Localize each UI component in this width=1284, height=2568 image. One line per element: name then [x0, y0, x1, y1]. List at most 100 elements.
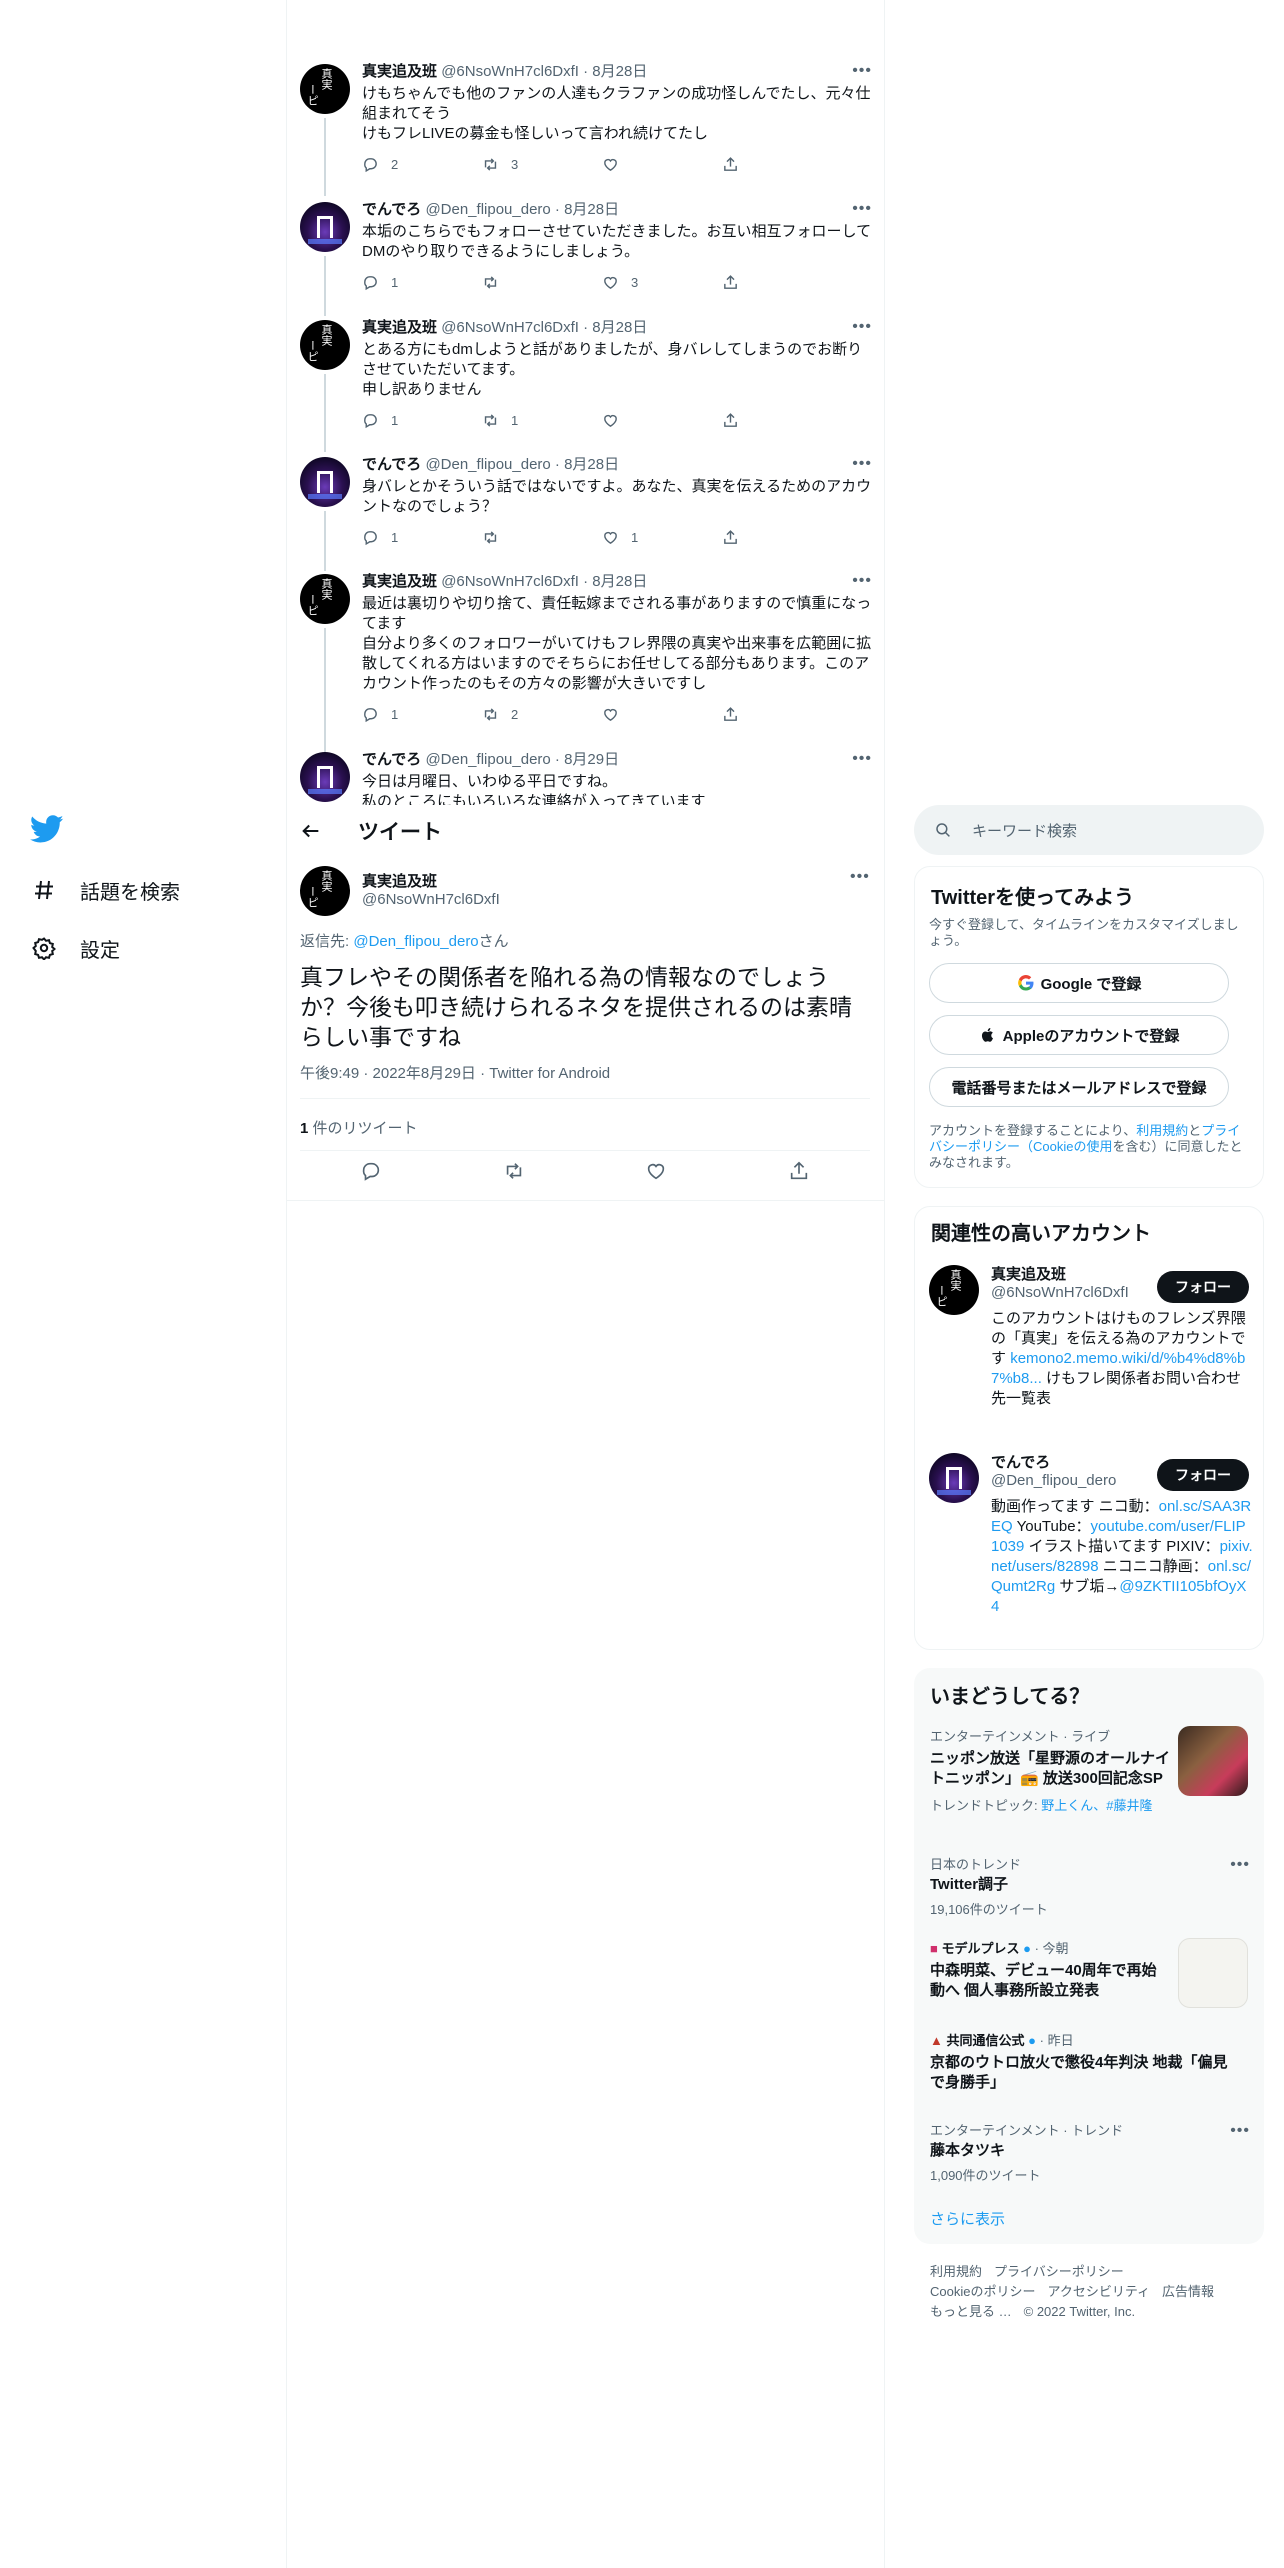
more-icon[interactable]: •••	[1230, 1856, 1250, 1874]
footer-link[interactable]: 利用規約	[930, 2264, 982, 2279]
retweet-count-link[interactable]: 1 件のリツイート	[300, 1117, 418, 1138]
more-icon[interactable]: •••	[1230, 2122, 1250, 2140]
tweet-date[interactable]: · 8月28日	[555, 456, 619, 473]
related-account[interactable]: でんでろ @Den_flipou_dero	[991, 1451, 1151, 1489]
terms-link[interactable]: 利用規約	[1136, 1123, 1188, 1138]
tweet-date[interactable]: · 8月29日	[555, 751, 619, 768]
phone-email-signup-button[interactable]: 電話番号またはメールアドレスで登録	[929, 1067, 1229, 1107]
follow-button[interactable]: フォロー	[1157, 1459, 1249, 1491]
avatar[interactable]: 真実 ーピ	[929, 1265, 979, 1315]
trend-topic-link[interactable]: 野上くん、#藤井隆	[1041, 1798, 1152, 1813]
tweet-date[interactable]: · 8月28日	[583, 319, 647, 336]
reply-button[interactable]: 1	[362, 412, 482, 429]
more-icon[interactable]: •••	[852, 750, 872, 768]
like-button[interactable]: 3	[602, 274, 722, 291]
google-signup-button[interactable]: Google で登録	[929, 963, 1229, 1003]
apple-signup-button[interactable]: Appleのアカウントで登録	[929, 1015, 1229, 1055]
like-button[interactable]	[602, 706, 722, 723]
thread-tweet[interactable]: 真実 ーピ 真実追及班 @6NsoWnH7cl6DxfI · 8月28日 ••• …	[300, 572, 872, 752]
footer-link[interactable]: Cookieのポリシー	[930, 2284, 1035, 2299]
more-icon[interactable]: •••	[852, 455, 872, 473]
footer-link[interactable]: アクセシビリティ	[1047, 2284, 1150, 2299]
more-icon[interactable]: •••	[852, 200, 872, 218]
retweet-button[interactable]: 1	[482, 412, 602, 429]
tweet-timestamp[interactable]: 午後9:49 · 2022年8月29日 · Twitter for Androi…	[300, 1062, 610, 1083]
more-icon[interactable]: •••	[852, 572, 872, 590]
related-account[interactable]: 真実追及班 @6NsoWnH7cl6DxfI	[991, 1263, 1151, 1301]
tweet-author-handle[interactable]: @Den_flipou_dero	[425, 751, 550, 768]
focal-author[interactable]: 真実追及班 @6NsoWnH7cl6DxfI	[362, 870, 500, 908]
more-icon[interactable]: •••	[850, 868, 870, 886]
trend-item[interactable]: エンターテインメント · ライブ ニッポン放送「星野源のオールナイトニッポン」📻…	[930, 1726, 1170, 1814]
like-button[interactable]	[602, 412, 722, 429]
account-handle[interactable]: @6NsoWnH7cl6DxfI	[991, 1284, 1151, 1301]
avatar[interactable]: 真実 ーピ	[300, 64, 350, 114]
avatar[interactable]: 真実 ーピ	[300, 320, 350, 370]
reply-button[interactable]: 2	[362, 156, 482, 173]
share-button[interactable]	[722, 156, 751, 173]
footer-link[interactable]: プライバシーポリシー	[994, 2264, 1124, 2279]
trend-thumbnail[interactable]	[1178, 1726, 1248, 1796]
thread-tweet[interactable]: でんでろ @Den_flipou_dero · 8月28日 ••• 身バレとかそ…	[300, 455, 872, 571]
tweet-date[interactable]: · 8月28日	[583, 63, 647, 80]
account-name[interactable]: でんでろ	[991, 1451, 1151, 1472]
share-button[interactable]	[722, 274, 751, 291]
tweet-author-name[interactable]: 真実追及班	[362, 319, 437, 336]
avatar[interactable]	[300, 752, 350, 802]
share-icon[interactable]	[788, 1160, 810, 1187]
avatar[interactable]: 真実 ーピ	[300, 866, 350, 916]
search-input[interactable]: キーワード検索	[914, 805, 1264, 855]
reply-button[interactable]: 1	[362, 274, 482, 291]
avatar[interactable]	[929, 1453, 979, 1503]
account-name[interactable]: 真実追及班	[991, 1263, 1151, 1284]
retweet-button[interactable]: 3	[482, 156, 602, 173]
reply-button[interactable]: 1	[362, 706, 482, 723]
avatar[interactable]	[300, 202, 350, 252]
tweet-author-name[interactable]: 真実追及班	[362, 573, 437, 590]
trend-item[interactable]: エンターテインメント · トレンド 藤本タツキ 1,090件のツイート	[930, 2120, 1230, 2184]
more-icon[interactable]: •••	[852, 62, 872, 80]
thread-tweet[interactable]: でんでろ @Den_flipou_dero · 8月28日 ••• 本垢のこちら…	[300, 200, 872, 316]
account-handle[interactable]: @Den_flipou_dero	[991, 1472, 1151, 1489]
nav-explore[interactable]: 話題を検索	[30, 870, 180, 910]
tweet-date[interactable]: · 8月28日	[555, 201, 619, 218]
tweet-author-name[interactable]: 真実追及班	[362, 870, 500, 891]
trend-thumbnail[interactable]	[1178, 1938, 1248, 2008]
tweet-author-name[interactable]: でんでろ	[362, 201, 421, 218]
share-button[interactable]	[722, 706, 751, 723]
like-button[interactable]: 1	[602, 529, 722, 546]
footer-link[interactable]: 広告情報	[1162, 2284, 1214, 2299]
tweet-date[interactable]: · 8月28日	[583, 573, 647, 590]
tweet-author-name[interactable]: 真実追及班	[362, 63, 437, 80]
avatar[interactable]: 真実 ーピ	[300, 574, 350, 624]
avatar[interactable]	[300, 457, 350, 507]
heart-icon[interactable]	[645, 1160, 667, 1187]
tweet-author-handle[interactable]: @6NsoWnH7cl6DxfI	[441, 573, 579, 590]
back-arrow-icon[interactable]	[300, 820, 322, 842]
reply-icon[interactable]	[360, 1160, 382, 1187]
tweet-author-handle[interactable]: @6NsoWnH7cl6DxfI	[441, 319, 579, 336]
thread-tweet[interactable]: でんでろ @Den_flipou_dero · 8月29日 ••• 今日は月曜日…	[300, 750, 872, 805]
tweet-author-handle[interactable]: @6NsoWnH7cl6DxfI	[441, 63, 579, 80]
like-button[interactable]	[602, 156, 722, 173]
tweet-author-handle[interactable]: @Den_flipou_dero	[425, 201, 550, 218]
twitter-logo-icon[interactable]	[29, 812, 64, 846]
thread-tweet[interactable]: 真実 ーピ 真実追及班 @6NsoWnH7cl6DxfI · 8月28日 ••• …	[300, 62, 872, 196]
trend-item[interactable]: ▲ 共同通信公式 ● · 昨日 京都のウトロ放火で懲役4年判決 地裁「偏見で身勝…	[930, 2030, 1230, 2093]
follow-button[interactable]: フォロー	[1157, 1271, 1249, 1303]
share-button[interactable]	[722, 412, 751, 429]
reply-to-link[interactable]: @Den_flipou_dero	[353, 933, 478, 950]
trend-item[interactable]: ■ モデルプレス ● · 今朝 中森明菜、デビュー40周年で再始動へ 個人事務所…	[930, 1938, 1170, 2001]
more-icon[interactable]: •••	[852, 318, 872, 336]
share-button[interactable]	[722, 529, 751, 546]
trend-item[interactable]: 日本のトレンド Twitter調子 19,106件のツイート	[930, 1854, 1230, 1918]
show-more-link[interactable]: さらに表示	[930, 2208, 1005, 2229]
retweet-button[interactable]	[482, 274, 602, 291]
retweet-button[interactable]	[482, 529, 602, 546]
thread-tweet[interactable]: 真実 ーピ 真実追及班 @6NsoWnH7cl6DxfI · 8月28日 ••• …	[300, 318, 872, 452]
reply-button[interactable]: 1	[362, 529, 482, 546]
tweet-author-name[interactable]: でんでろ	[362, 751, 421, 768]
tweet-author-handle[interactable]: @6NsoWnH7cl6DxfI	[362, 891, 500, 908]
retweet-icon[interactable]	[503, 1160, 525, 1187]
tweet-author-name[interactable]: でんでろ	[362, 456, 421, 473]
